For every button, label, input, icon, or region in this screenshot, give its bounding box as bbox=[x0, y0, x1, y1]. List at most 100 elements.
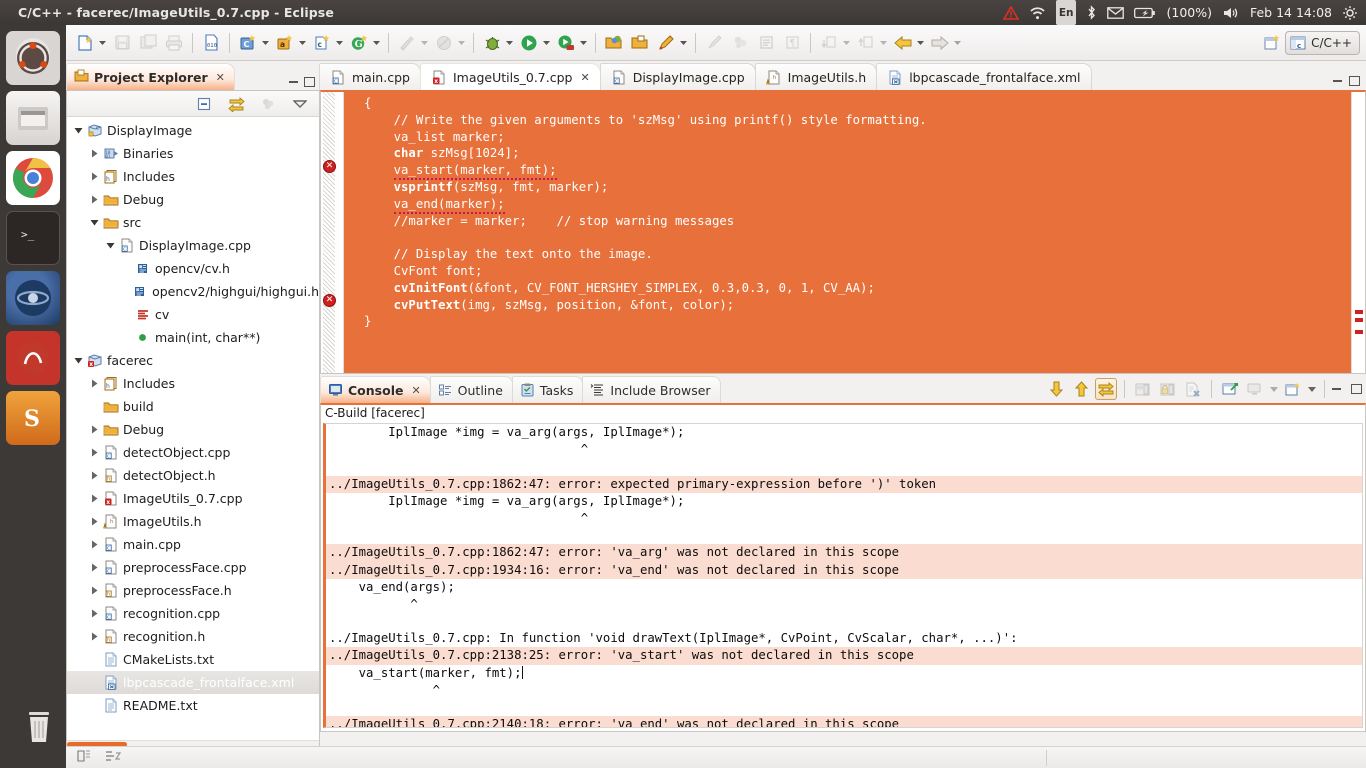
next-annotation-button[interactable] bbox=[817, 31, 841, 55]
git-button[interactable]: G bbox=[347, 31, 371, 55]
new-file-dropdown[interactable] bbox=[98, 40, 107, 45]
tree-item[interactable]: x ImageUtils_0.7.cpp bbox=[67, 487, 319, 510]
save-all-button[interactable] bbox=[136, 31, 160, 55]
perspective-cpp-button[interactable]: c C/C++ bbox=[1285, 30, 1360, 55]
new-c-project-dropdown[interactable] bbox=[261, 40, 270, 45]
mail-icon[interactable] bbox=[1107, 0, 1125, 25]
build-all-button[interactable] bbox=[395, 31, 419, 55]
display-selected-console-dropdown[interactable] bbox=[1269, 378, 1279, 400]
tree-item[interactable]: Debug bbox=[67, 418, 319, 441]
tree-item[interactable]: h Includes bbox=[67, 165, 319, 188]
tree-item[interactable]: h Includes bbox=[67, 372, 319, 395]
new-source-file-dropdown[interactable] bbox=[335, 40, 344, 45]
maximize-icon[interactable] bbox=[1349, 76, 1360, 86]
console-panel-tab[interactable]: Include Browser bbox=[582, 376, 721, 403]
tree-item[interactable]: src bbox=[67, 211, 319, 234]
tree-item[interactable]: lbpcascade_frontalface.xml bbox=[67, 671, 319, 694]
show-whitespace-button[interactable]: ¶ bbox=[780, 31, 804, 55]
chevron-right-icon[interactable] bbox=[89, 631, 100, 642]
tree-item[interactable]: c detectObject.cpp bbox=[67, 441, 319, 464]
tree-item[interactable]: c DisplayImage bbox=[67, 119, 319, 142]
tree-item[interactable]: 10 01 Binaries bbox=[67, 142, 319, 165]
editor-overview-ruler[interactable] bbox=[1351, 92, 1365, 373]
editor-tab[interactable]: x ImageUtils_0.7.cpp ✕ bbox=[419, 63, 601, 90]
tree-item[interactable]: CMakeLists.txt bbox=[67, 648, 319, 671]
open-perspective-button[interactable] bbox=[1260, 31, 1284, 55]
new-c-project-button[interactable]: C bbox=[236, 31, 260, 55]
tree-item[interactable]: c recognition.cpp bbox=[67, 602, 319, 625]
filters-button[interactable] bbox=[256, 92, 280, 116]
launcher-item-ubuntu-dash[interactable] bbox=[6, 31, 60, 85]
maximize-icon[interactable] bbox=[304, 77, 315, 87]
tree-item[interactable]: h preprocessFace.h bbox=[67, 579, 319, 602]
tree-item[interactable]: opencv/cv.h bbox=[67, 257, 319, 280]
chevron-right-icon[interactable] bbox=[89, 447, 100, 458]
chevron-right-icon[interactable] bbox=[89, 562, 100, 573]
open-resource-button[interactable] bbox=[628, 31, 652, 55]
view-menu-button[interactable] bbox=[288, 92, 312, 116]
console-panel-tab[interactable]: Tasks bbox=[511, 376, 584, 403]
display-selected-console-button[interactable] bbox=[1244, 378, 1266, 400]
link-button[interactable] bbox=[728, 31, 752, 55]
tree-item[interactable]: main(int, char**) bbox=[67, 326, 319, 349]
tab-project-explorer[interactable]: Project Explorer ✕ bbox=[66, 63, 235, 90]
close-icon[interactable]: ✕ bbox=[411, 384, 420, 397]
close-icon[interactable]: ✕ bbox=[216, 71, 225, 84]
build-all-dropdown[interactable] bbox=[420, 40, 429, 45]
previous-annotation-button[interactable] bbox=[854, 31, 878, 55]
chevron-right-icon[interactable] bbox=[89, 424, 100, 435]
previous-annotation-dropdown[interactable] bbox=[879, 40, 888, 45]
pin-editor-button[interactable] bbox=[702, 31, 726, 55]
tree-item[interactable]: c preprocessFace.cpp bbox=[67, 556, 319, 579]
run-button[interactable] bbox=[517, 31, 541, 55]
new-class-dropdown[interactable] bbox=[298, 40, 307, 45]
back-button[interactable] bbox=[891, 31, 915, 55]
chevron-right-icon[interactable] bbox=[89, 516, 100, 527]
launcher-item-blue-app[interactable] bbox=[6, 271, 60, 325]
tree-item[interactable]: README.txt bbox=[67, 694, 319, 717]
collapse-all-button[interactable] bbox=[192, 92, 216, 116]
warning-triangle-icon[interactable] bbox=[1002, 0, 1019, 25]
keyboard-layout-indicator[interactable]: En bbox=[1055, 0, 1077, 25]
chevron-right-icon[interactable] bbox=[89, 585, 100, 596]
battery-icon[interactable] bbox=[1134, 0, 1156, 25]
chevron-down-icon[interactable] bbox=[105, 240, 116, 251]
console-output[interactable]: IplImage *img = va_arg(args, IplImage*);… bbox=[323, 423, 1363, 728]
code-editor[interactable]: { // Write the given arguments to 'szMsg… bbox=[344, 92, 1351, 373]
console-panel-tab[interactable]: Console ✕ bbox=[320, 376, 431, 403]
launcher-item-trash[interactable] bbox=[12, 700, 66, 754]
chevron-down-icon[interactable] bbox=[73, 125, 84, 136]
open-type-button[interactable] bbox=[602, 31, 626, 55]
clear-console-button[interactable] bbox=[1132, 378, 1154, 400]
chevron-right-icon[interactable] bbox=[89, 470, 100, 481]
tree-item[interactable]: c main.cpp bbox=[67, 533, 319, 556]
next-annotation-dropdown[interactable] bbox=[842, 40, 851, 45]
toggle-block-selection-button[interactable] bbox=[754, 31, 778, 55]
forward-dropdown[interactable] bbox=[953, 40, 962, 45]
tree-item[interactable]: x facerec bbox=[67, 349, 319, 372]
launcher-item-red-app[interactable] bbox=[6, 331, 60, 385]
tree-item[interactable]: c DisplayImage.cpp bbox=[67, 234, 319, 257]
scroll-lock-button[interactable] bbox=[1095, 378, 1117, 400]
launcher-item-sublime[interactable]: S bbox=[6, 391, 60, 445]
minimize-icon[interactable] bbox=[1332, 388, 1341, 390]
chevron-down-icon[interactable] bbox=[89, 217, 100, 228]
tree-item[interactable]: h detectObject.h bbox=[67, 464, 319, 487]
scroll-up-button[interactable] bbox=[1070, 378, 1092, 400]
chevron-right-icon[interactable] bbox=[89, 608, 100, 619]
minimize-icon[interactable] bbox=[289, 81, 298, 83]
debug-dropdown[interactable] bbox=[505, 40, 514, 45]
editor-left-ruler[interactable]: ✕ ✕ bbox=[321, 92, 337, 373]
maximize-icon[interactable] bbox=[1351, 384, 1362, 394]
run-dropdown[interactable] bbox=[542, 40, 551, 45]
tree-item[interactable]: Debug bbox=[67, 188, 319, 211]
remove-console-button[interactable] bbox=[1182, 378, 1204, 400]
back-dropdown[interactable] bbox=[916, 40, 925, 45]
link-with-editor-button[interactable] bbox=[224, 92, 248, 116]
clock[interactable]: Feb 14 14:08 bbox=[1250, 0, 1332, 25]
new-file-button[interactable] bbox=[73, 31, 97, 55]
launcher-item-files[interactable] bbox=[6, 91, 60, 145]
print-button[interactable] bbox=[162, 31, 186, 55]
search-button[interactable] bbox=[654, 31, 678, 55]
wifi-icon[interactable] bbox=[1029, 0, 1046, 25]
